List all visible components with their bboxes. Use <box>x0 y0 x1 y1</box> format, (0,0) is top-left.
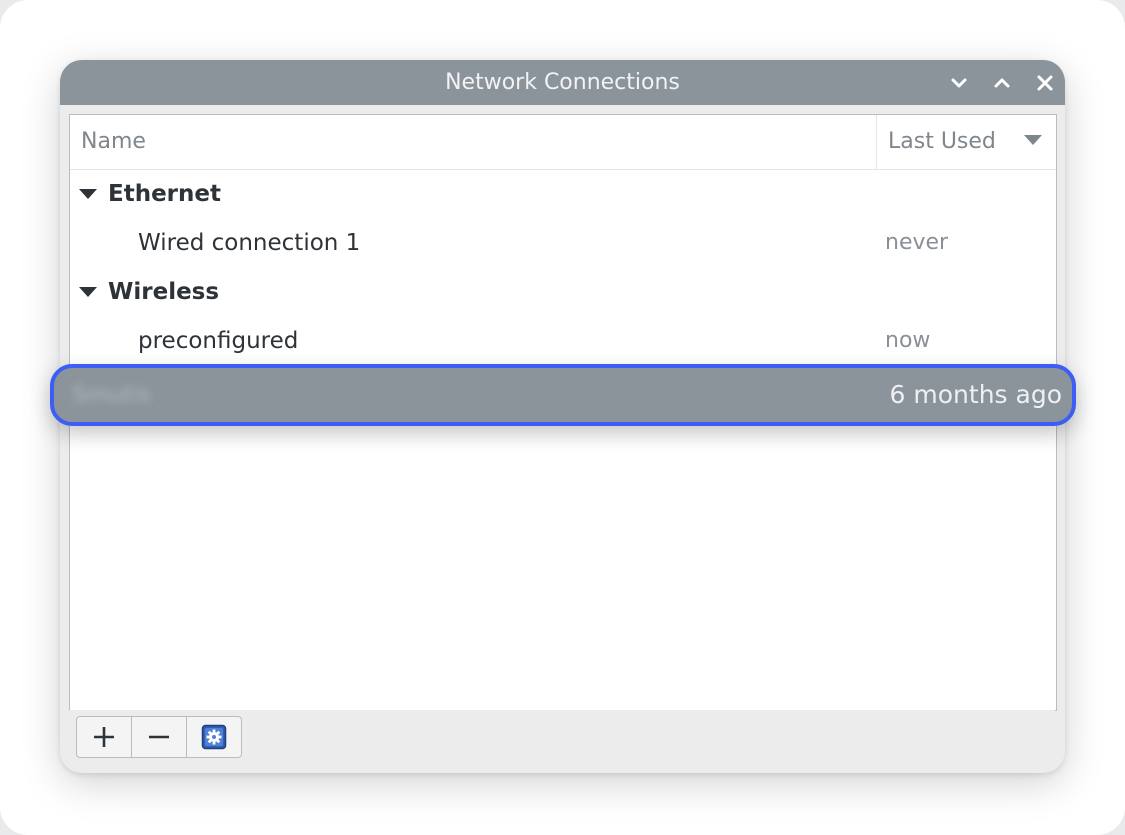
title-bar[interactable]: Network Connections <box>60 60 1065 105</box>
minimize-button[interactable] <box>944 68 974 98</box>
chevron-down-icon <box>951 78 967 88</box>
group-row-ethernet[interactable]: Ethernet <box>70 170 1056 218</box>
group-label: Ethernet <box>108 181 221 207</box>
bottom-toolbar <box>69 710 1055 763</box>
connection-last-used: 6 months ago <box>889 380 1062 409</box>
connection-row-preconfigured[interactable]: preconfigured now <box>70 317 1056 365</box>
maximize-button[interactable] <box>987 68 1017 98</box>
expander-down-icon[interactable] <box>79 287 97 297</box>
connection-last-used: now <box>885 328 931 353</box>
toolbar-button-group <box>76 716 242 758</box>
connection-name-blurred: Smutis <box>72 382 151 408</box>
group-row-wireless[interactable]: Wireless <box>70 268 1056 316</box>
group-label: Wireless <box>108 279 220 305</box>
chevron-up-icon <box>994 78 1010 88</box>
edit-connection-settings-button[interactable] <box>186 716 242 758</box>
sort-descending-icon <box>1024 135 1042 145</box>
window-title: Network Connections <box>445 70 680 95</box>
screenshot-canvas: Network Connections Name Last Used Ether… <box>0 0 1125 835</box>
minus-icon <box>149 735 169 739</box>
remove-connection-button[interactable] <box>131 716 187 758</box>
column-header-name[interactable]: Name <box>81 115 146 169</box>
close-button[interactable] <box>1030 68 1060 98</box>
connection-row-wired-connection-1[interactable]: Wired connection 1 never <box>70 219 1056 267</box>
column-divider[interactable] <box>876 115 877 169</box>
connection-row-smutis-selected[interactable]: Smutis 6 months ago <box>50 364 1076 426</box>
add-connection-button[interactable] <box>76 716 132 758</box>
column-header-last-used-label: Last Used <box>888 129 996 154</box>
list-header: Name Last Used <box>70 115 1056 170</box>
connection-name: Wired connection 1 <box>138 230 361 256</box>
connection-name: preconfigured <box>138 328 299 354</box>
close-icon <box>1037 75 1053 91</box>
column-header-last-used[interactable]: Last Used <box>888 115 1056 169</box>
expander-down-icon[interactable] <box>79 189 97 199</box>
plus-icon <box>94 727 114 747</box>
connection-last-used: never <box>885 230 949 255</box>
settings-gear-icon <box>201 724 227 750</box>
